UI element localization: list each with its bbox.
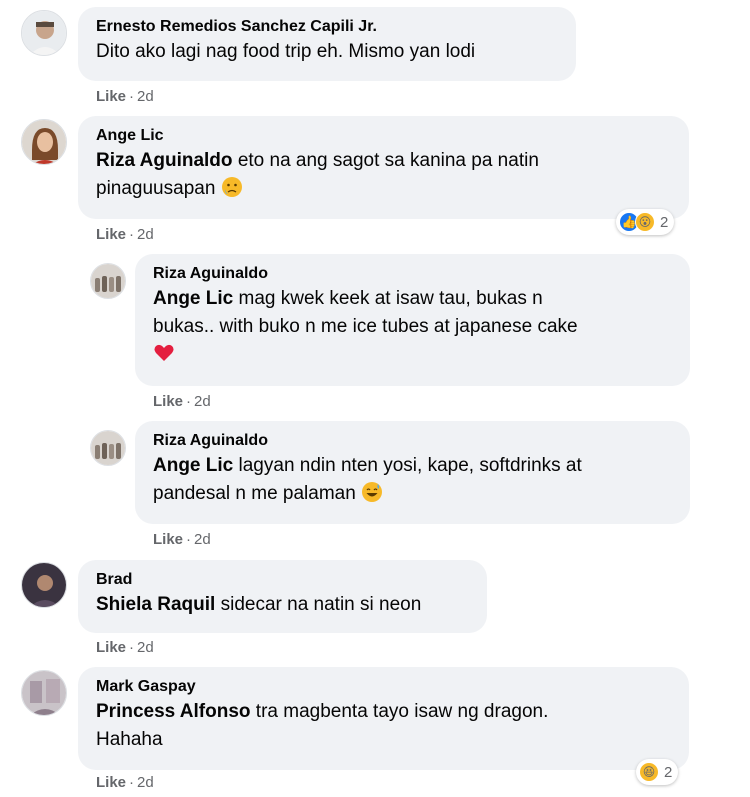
avatar[interactable] xyxy=(21,10,67,56)
comment-meta: Like · 2d xyxy=(96,774,154,791)
timestamp[interactable]: 2d xyxy=(137,226,154,243)
separator: · xyxy=(186,531,192,548)
reaction-count: 2 xyxy=(660,213,669,231)
separator: · xyxy=(129,774,135,791)
comment-bubble: Riza Aguinaldo Ange Lic lagyan ndin nten… xyxy=(135,421,690,524)
comment-author[interactable]: Riza Aguinaldo xyxy=(153,263,674,285)
mention-link[interactable]: Princess Alfonso xyxy=(96,701,251,722)
comment-text-body: eto na ang sagot sa kanina pa natin xyxy=(237,150,539,171)
comment-text-body: tra magbenta tayo isaw ng dragon. xyxy=(255,701,549,722)
comment-bubble: Riza Aguinaldo Ange Lic mag kwek keek at… xyxy=(135,254,690,386)
like-button[interactable]: Like xyxy=(153,531,183,548)
comment-text: Ange Lic mag kwek keek at isaw tau, buka… xyxy=(153,285,674,369)
comment-text-body: lagyan ndin nten yosi, kape, softdrinks … xyxy=(238,455,582,476)
grinning-sweat-face-emoji-icon xyxy=(362,482,383,502)
comment-text: Riza Aguinaldo eto na ang sagot sa kanin… xyxy=(96,147,673,203)
like-button[interactable]: Like xyxy=(96,639,126,656)
comment-author[interactable]: Riza Aguinaldo xyxy=(153,430,674,452)
separator: · xyxy=(129,88,135,105)
comment-text-line2: Hahaha xyxy=(96,729,163,750)
wow-reaction-icon: 😮 xyxy=(635,212,655,232)
comment-text: Ange Lic lagyan ndin nten yosi, kape, so… xyxy=(153,452,674,508)
timestamp[interactable]: 2d xyxy=(194,531,211,548)
timestamp[interactable]: 2d xyxy=(137,639,154,656)
comment-bubble: Brad Shiela Raquil sidecar na natin si n… xyxy=(78,560,487,633)
comment-author[interactable]: Ernesto Remedios Sanchez Capili Jr. xyxy=(96,16,560,38)
mention-link[interactable]: Ange Lic xyxy=(153,455,233,476)
comment-author[interactable]: Mark Gaspay xyxy=(96,676,673,698)
comment-meta: Like · 2d xyxy=(153,393,211,410)
separator: · xyxy=(186,393,192,410)
comment-text: Dito ako lagi nag food trip eh. Mismo ya… xyxy=(96,41,476,62)
mention-link[interactable]: Riza Aguinaldo xyxy=(96,150,233,171)
comment-bubble: Mark Gaspay Princess Alfonso tra magbent… xyxy=(78,667,689,770)
red-heart-emoji-icon xyxy=(154,344,174,361)
comment-text-line2: bukas.. with buko n me ice tubes at japa… xyxy=(153,316,578,337)
haha-reaction-icon: 😆 xyxy=(639,762,659,782)
avatar[interactable] xyxy=(90,263,126,299)
comment-text: Princess Alfonso tra magbenta tayo isaw … xyxy=(96,698,673,754)
like-button[interactable]: Like xyxy=(96,88,126,105)
comment-meta: Like · 2d xyxy=(153,531,211,548)
crying-face-emoji-icon xyxy=(221,177,242,197)
avatar[interactable] xyxy=(21,562,67,608)
timestamp[interactable]: 2d xyxy=(137,774,154,791)
avatar[interactable] xyxy=(21,119,67,165)
comment-meta: Like · 2d xyxy=(96,226,154,243)
separator: · xyxy=(129,226,135,243)
comment-bubble: Ernesto Remedios Sanchez Capili Jr. Dito… xyxy=(78,7,576,81)
mention-link[interactable]: Ange Lic xyxy=(153,288,233,309)
comment-bubble: Ange Lic Riza Aguinaldo eto na ang sagot… xyxy=(78,116,689,219)
separator: · xyxy=(129,639,135,656)
like-button[interactable]: Like xyxy=(153,393,183,410)
like-button[interactable]: Like xyxy=(96,774,126,791)
comment-author[interactable]: Brad xyxy=(96,569,471,591)
timestamp[interactable]: 2d xyxy=(194,393,211,410)
comment-text-body: sidecar na natin si neon xyxy=(220,594,422,615)
comment-text: Shiela Raquil sidecar na natin si neon xyxy=(96,591,471,619)
reactions-summary[interactable]: 😆 2 xyxy=(636,759,679,785)
avatar[interactable] xyxy=(21,670,67,716)
comment-text-line2: pandesal n me palaman xyxy=(153,483,356,504)
timestamp[interactable]: 2d xyxy=(137,88,154,105)
reactions-summary[interactable]: 👍 😮 2 xyxy=(616,209,675,235)
comment-author[interactable]: Ange Lic xyxy=(96,125,673,147)
comment-meta: Like · 2d xyxy=(96,88,154,105)
like-button[interactable]: Like xyxy=(96,226,126,243)
mention-link[interactable]: Shiela Raquil xyxy=(96,594,215,615)
reaction-count: 2 xyxy=(664,763,673,781)
comment-text-body: mag kwek keek at isaw tau, bukas n xyxy=(238,288,543,309)
comment-text-line2: pinaguusapan xyxy=(96,178,216,199)
comment-meta: Like · 2d xyxy=(96,639,154,656)
avatar[interactable] xyxy=(90,430,126,466)
